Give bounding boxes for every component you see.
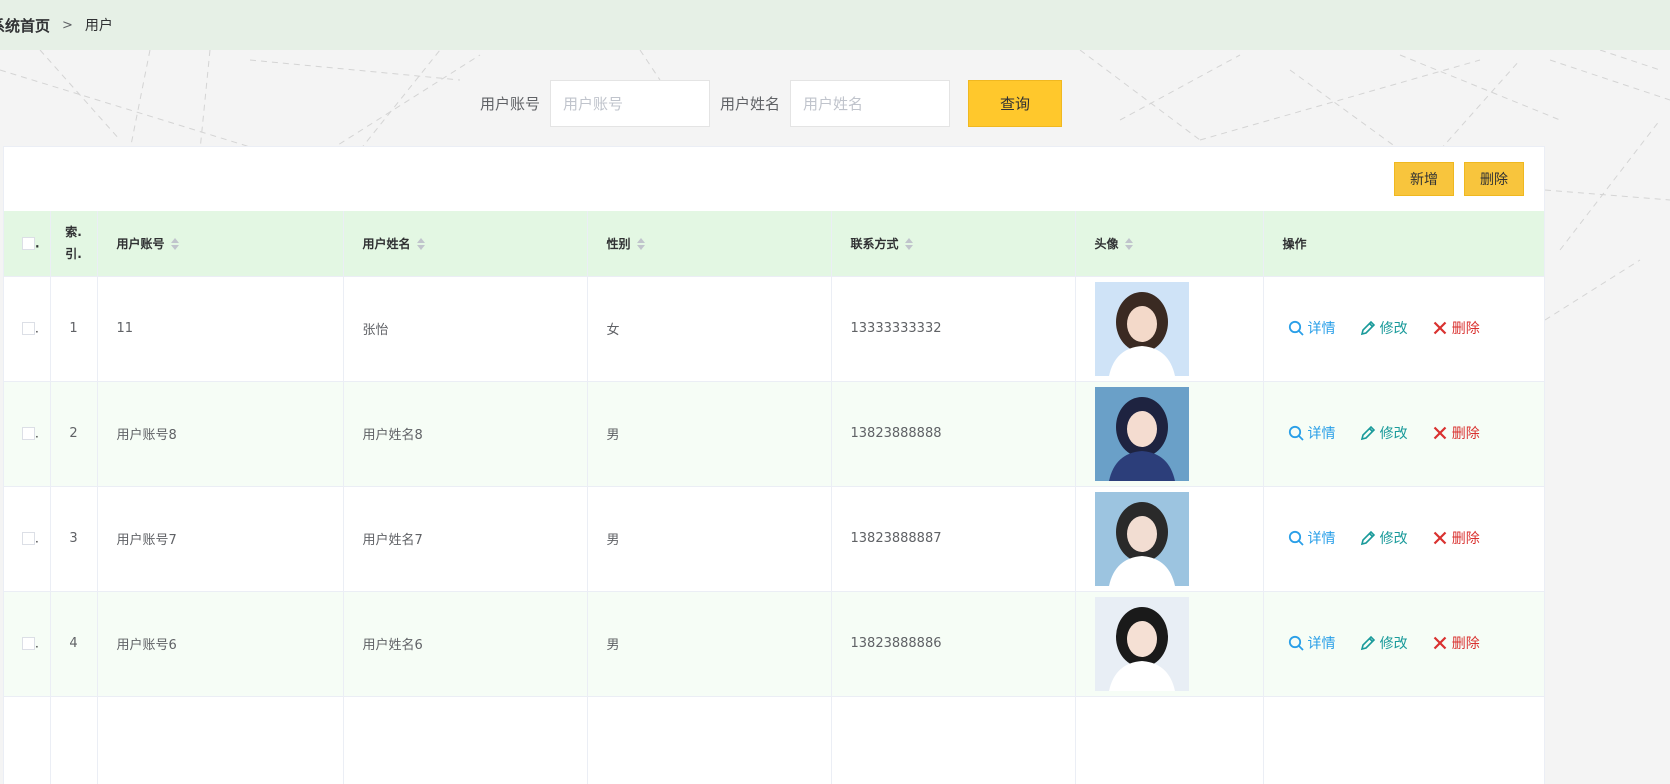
sort-icon[interactable] (1124, 238, 1133, 251)
search-icon (1288, 635, 1304, 651)
table-row: . 2 用户账号8 用户姓名8 男 13823888888 详情 修改 删除 (4, 381, 1545, 487)
row-select-cell: . (4, 276, 51, 382)
avatar[interactable] (1094, 596, 1189, 691)
row-phone: 13333333332 (831, 276, 1076, 382)
avatar[interactable] (1094, 281, 1189, 376)
row-checkbox[interactable] (22, 427, 35, 440)
row-phone: 13823888886 (831, 591, 1076, 697)
search-icon (1288, 320, 1304, 336)
row-name: 用户姓名7 (343, 486, 588, 592)
breadcrumb-home[interactable]: 系统首页 (0, 15, 50, 36)
breadcrumb: 系统首页 > 用户 (0, 0, 1670, 50)
row-checkbox[interactable] (22, 637, 35, 650)
sort-icon[interactable] (904, 238, 913, 251)
row-index: 1 (50, 276, 98, 382)
detail-link[interactable]: 详情 (1288, 423, 1336, 443)
header-avatar[interactable]: 头像 (1075, 211, 1264, 277)
edit-link[interactable]: 修改 (1360, 528, 1408, 548)
row-account: 11 (97, 276, 344, 382)
pencil-icon (1360, 635, 1375, 650)
breadcrumb-separator: > (62, 17, 73, 33)
row-ops: 详情 修改 删除 (1263, 486, 1545, 592)
table-row: . 3 用户账号7 用户姓名7 男 13823888887 详情 修改 删除 (4, 486, 1545, 592)
detail-link[interactable]: 详情 (1288, 633, 1336, 653)
row-ops: 详情 修改 删除 (1263, 381, 1545, 487)
row-gender: 男 (587, 591, 832, 697)
edit-link[interactable]: 修改 (1360, 633, 1408, 653)
batch-delete-button[interactable]: 删除 (1464, 162, 1524, 196)
user-table: . 索. 引. 用户账号 用户姓名 性别 联系方式 头像 操作 . 1 11 张怡… (4, 211, 1545, 784)
detail-link[interactable]: 详情 (1288, 318, 1336, 338)
delete-link[interactable]: 删除 (1432, 423, 1480, 443)
select-all-checkbox[interactable] (22, 237, 35, 250)
row-select-cell: . (4, 591, 51, 697)
close-icon (1433, 321, 1447, 334)
name-label: 用户姓名 (720, 95, 781, 113)
row-name: 用户姓名8 (343, 381, 588, 487)
row-select-cell: . (4, 486, 51, 592)
row-name: 张怡 (343, 276, 588, 382)
pencil-icon (1360, 425, 1375, 440)
add-button[interactable]: 新增 (1394, 162, 1454, 196)
delete-link[interactable]: 删除 (1432, 318, 1480, 338)
header-gender[interactable]: 性别 (587, 211, 832, 277)
header-account[interactable]: 用户账号 (97, 211, 344, 277)
table-row: . 4 用户账号6 用户姓名6 男 13823888886 详情 修改 删除 (4, 591, 1545, 697)
header-name[interactable]: 用户姓名 (343, 211, 588, 277)
row-phone: 13823888888 (831, 381, 1076, 487)
row-ops: 详情 修改 删除 (1263, 276, 1545, 382)
name-search-input[interactable] (790, 80, 951, 127)
sort-icon[interactable] (636, 238, 645, 251)
edit-link[interactable]: 修改 (1360, 423, 1408, 443)
table-header-row: . 索. 引. 用户账号 用户姓名 性别 联系方式 头像 操作 (4, 211, 1545, 277)
row-gender: 男 (587, 486, 832, 592)
pencil-icon (1360, 530, 1375, 545)
table-row-empty (4, 696, 1545, 784)
header-index: 索. 引. (50, 211, 98, 277)
account-search-input[interactable] (550, 80, 711, 127)
row-index: 2 (50, 381, 98, 487)
row-gender: 女 (587, 276, 832, 382)
header-phone[interactable]: 联系方式 (831, 211, 1076, 277)
row-ops: 详情 修改 删除 (1263, 591, 1545, 697)
table-actions: 新增 删除 (1394, 162, 1524, 196)
row-avatar-cell (1075, 486, 1264, 592)
search-icon (1288, 530, 1304, 546)
table-row: . 1 11 张怡 女 13333333332 详情 修改 删除 (4, 276, 1545, 382)
sort-icon[interactable] (416, 238, 425, 251)
search-bar: 用户账号 用户姓名 查询 (480, 80, 1063, 127)
row-account: 用户账号7 (97, 486, 344, 592)
close-icon (1433, 531, 1447, 544)
row-avatar-cell (1075, 276, 1264, 382)
row-select-cell: . (4, 381, 51, 487)
row-avatar-cell (1075, 591, 1264, 697)
row-phone: 13823888887 (831, 486, 1076, 592)
account-label: 用户账号 (480, 95, 541, 113)
header-ops: 操作 (1263, 211, 1545, 277)
select-all-cell: . (4, 211, 51, 277)
close-icon (1433, 426, 1447, 439)
breadcrumb-current: 用户 (84, 18, 113, 34)
row-gender: 男 (587, 381, 832, 487)
row-checkbox[interactable] (22, 322, 35, 335)
table-panel: 新增 删除 . 索. 引. 用户账号 用户姓名 性别 联系方式 头像 操作 . … (3, 146, 1545, 784)
delete-link[interactable]: 删除 (1432, 528, 1480, 548)
close-icon (1433, 636, 1447, 649)
avatar[interactable] (1094, 386, 1189, 481)
row-index: 4 (50, 591, 98, 697)
pencil-icon (1360, 320, 1375, 335)
delete-link[interactable]: 删除 (1432, 633, 1480, 653)
avatar[interactable] (1094, 491, 1189, 586)
row-avatar-cell (1075, 381, 1264, 487)
edit-link[interactable]: 修改 (1360, 318, 1408, 338)
row-name: 用户姓名6 (343, 591, 588, 697)
query-button[interactable]: 查询 (968, 80, 1063, 127)
row-checkbox[interactable] (22, 532, 35, 545)
sort-icon[interactable] (170, 238, 179, 251)
row-account: 用户账号8 (97, 381, 344, 487)
search-icon (1288, 425, 1304, 441)
row-account: 用户账号6 (97, 591, 344, 697)
row-index: 3 (50, 486, 98, 592)
detail-link[interactable]: 详情 (1288, 528, 1336, 548)
